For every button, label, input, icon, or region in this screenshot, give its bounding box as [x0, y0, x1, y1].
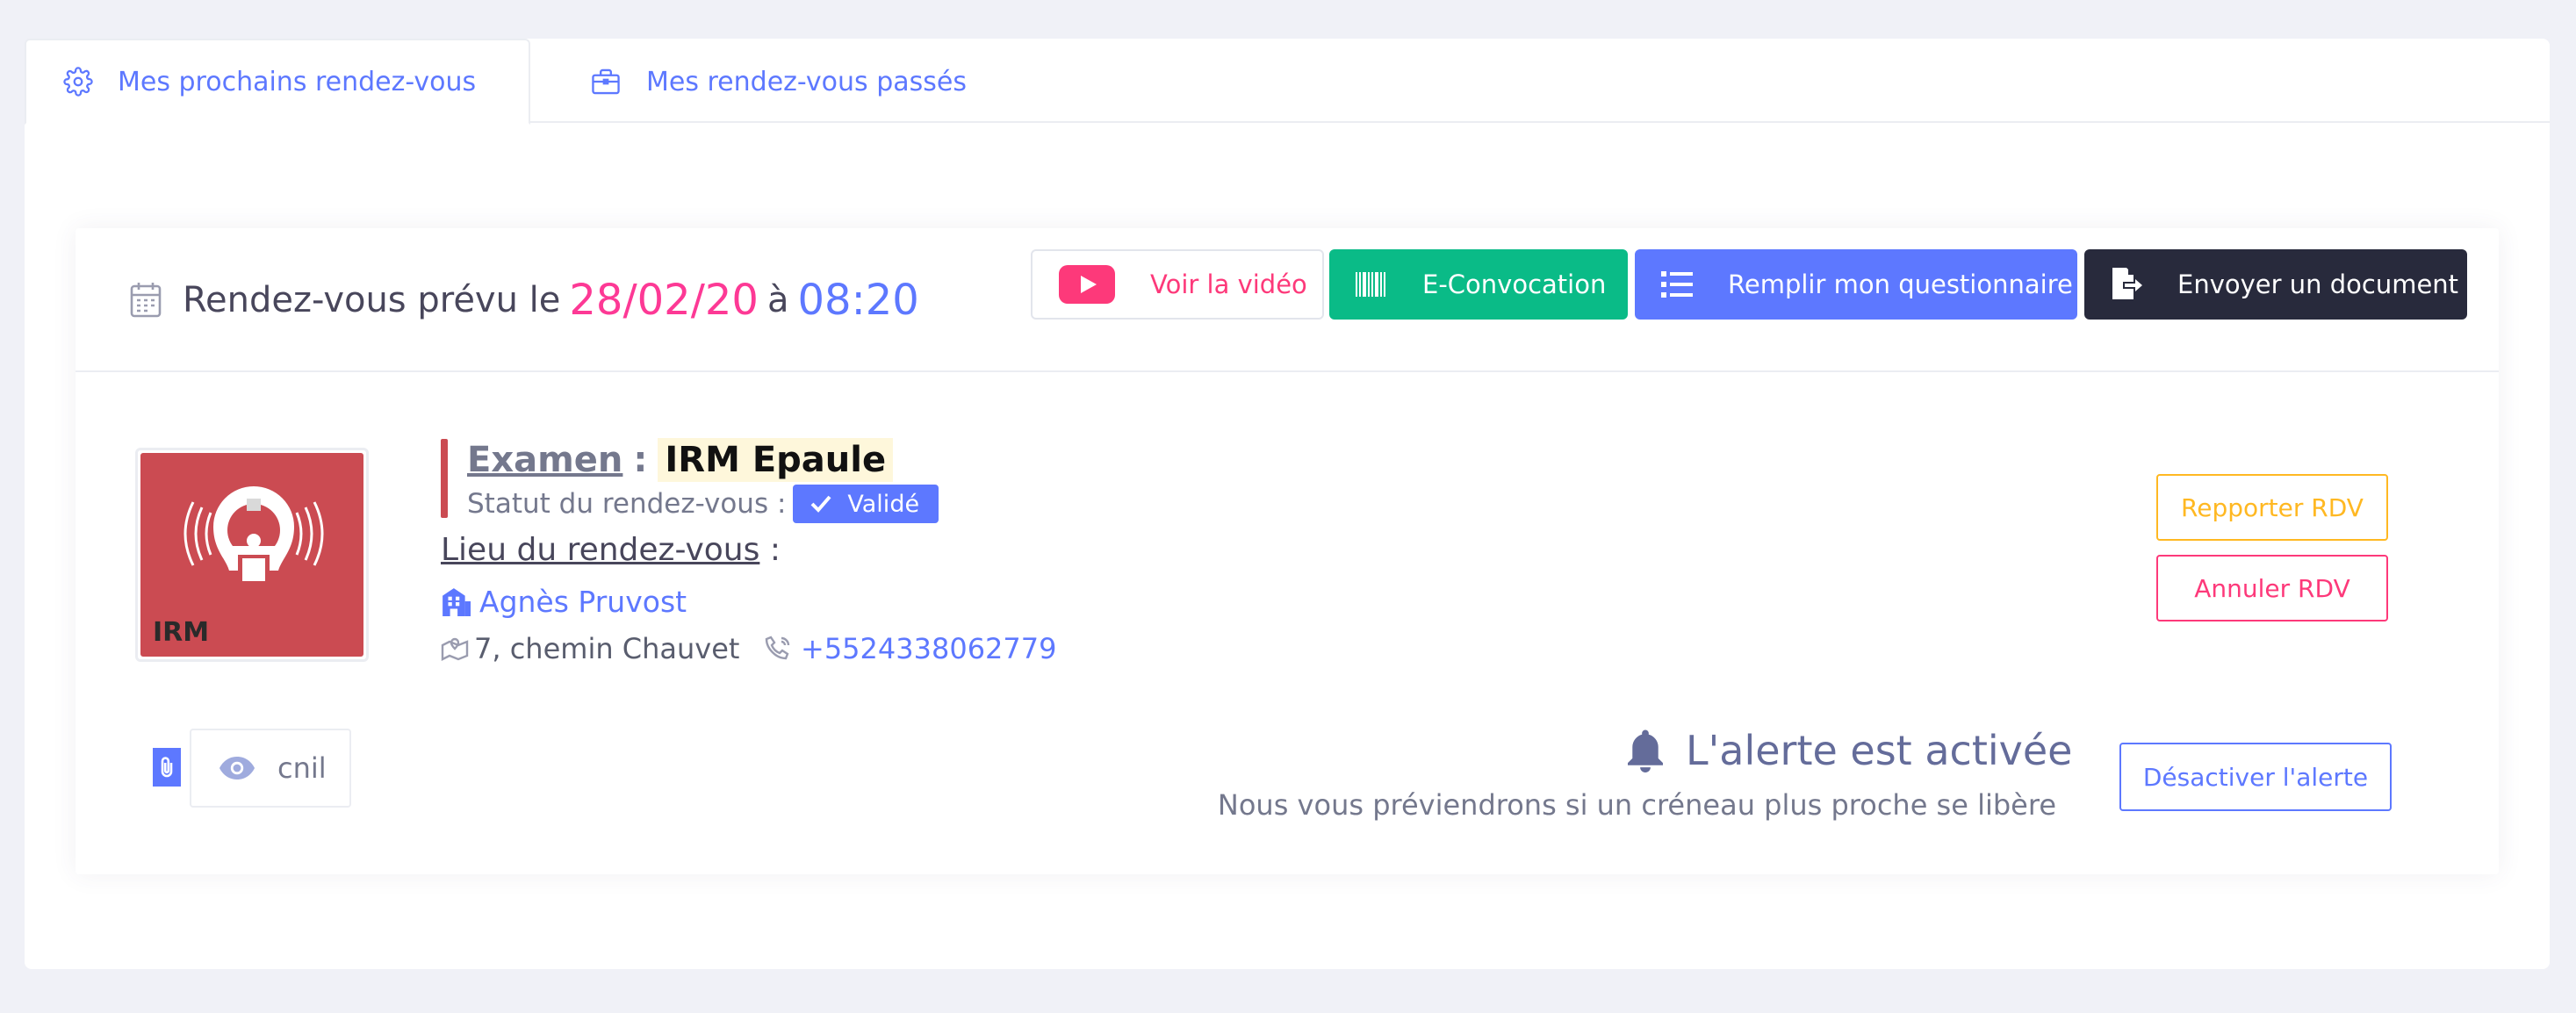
- exam-value: IRM Epaule: [658, 438, 894, 482]
- appointment-card-header: Rendez-vous prévu le 28/02/20 à 08:20 Vo…: [76, 228, 2499, 372]
- status-line: Statut du rendez-vous : Validé: [467, 483, 939, 525]
- watch-video-label: Voir la vidéo: [1150, 269, 1307, 299]
- exam-accent-bar: [441, 439, 448, 518]
- location-label: Lieu du rendez-vous: [441, 532, 760, 568]
- e-convocation-button[interactable]: E-Convocation: [1329, 249, 1628, 320]
- briefcase-icon: [592, 68, 620, 95]
- exam-label: Examen: [467, 440, 623, 480]
- phone-number: +5524338062779: [801, 632, 1057, 665]
- eye-icon: [219, 757, 255, 780]
- status-label: Statut du rendez-vous :: [467, 488, 787, 520]
- attachment-cnil[interactable]: cnil: [190, 729, 351, 808]
- address: 7, chemin Chauvet: [474, 632, 740, 665]
- tab-past-label: Mes rendez-vous passés: [646, 66, 967, 97]
- status-value: Validé: [847, 490, 920, 518]
- appointment-time: 08:20: [797, 276, 919, 325]
- building-icon: [443, 588, 471, 616]
- paperclip-icon: [153, 748, 181, 787]
- fill-questionnaire-button[interactable]: Remplir mon questionnaire: [1635, 249, 2077, 320]
- attachment-label: cnil: [277, 751, 327, 785]
- alert-title-text: L'alerte est activée: [1686, 727, 2073, 774]
- irm-label: IRM: [153, 617, 210, 648]
- send-document-button[interactable]: Envoyer un document: [2084, 249, 2467, 320]
- check-icon: [810, 495, 831, 513]
- disable-alert-button[interactable]: Désactiver l'alerte: [2119, 743, 2392, 811]
- appointments-panel: Mes prochains rendez-vous Mes rendez-vou…: [25, 39, 2550, 969]
- exam-line: Examen : IRM Epaule: [467, 435, 894, 485]
- location-heading: Lieu du rendez-vous :: [441, 532, 781, 568]
- address-line: 7, chemin Chauvet: [441, 629, 739, 669]
- tab-upcoming-label: Mes prochains rendez-vous: [118, 66, 477, 97]
- map-pin-icon: [441, 637, 469, 661]
- title-prefix: Rendez-vous prévu le: [183, 280, 561, 320]
- alert-title: L'alerte est activée: [1624, 720, 2072, 781]
- appointment-date: 28/02/20: [569, 276, 759, 325]
- e-convocation-label: E-Convocation: [1422, 269, 1607, 299]
- phone-icon: [765, 636, 790, 660]
- tab-past[interactable]: Mes rendez-vous passés: [565, 39, 1057, 125]
- status-badge: Validé: [793, 485, 939, 523]
- tab-upcoming[interactable]: Mes prochains rendez-vous: [25, 39, 530, 125]
- location-name-line[interactable]: Agnès Pruvost: [441, 581, 687, 621]
- alert-subtitle: Nous vous préviendrons si un créneau plu…: [1217, 788, 2056, 822]
- barcode-icon: [1356, 272, 1385, 297]
- send-document-label: Envoyer un document: [2177, 269, 2459, 299]
- exam-colon: :: [633, 440, 648, 480]
- bell-icon: [1628, 729, 1663, 772]
- phone-line[interactable]: +5524338062779: [764, 629, 1056, 669]
- location-name: Agnès Pruvost: [479, 584, 687, 619]
- file-export-icon: [2112, 268, 2142, 299]
- title-at: à: [766, 280, 789, 320]
- report-appointment-button[interactable]: Repporter RDV: [2156, 474, 2388, 541]
- youtube-icon: [1059, 265, 1115, 304]
- irm-exam-image: IRM: [135, 448, 369, 662]
- list-icon: [1661, 271, 1693, 298]
- appointment-title: Rendez-vous prévu le 28/02/20 à 08:20: [128, 265, 919, 335]
- calendar-icon: [130, 283, 162, 318]
- appointment-card: Rendez-vous prévu le 28/02/20 à 08:20 Vo…: [76, 228, 2499, 874]
- tabs-bar: Mes prochains rendez-vous Mes rendez-vou…: [25, 39, 2550, 125]
- fill-questionnaire-label: Remplir mon questionnaire: [1728, 269, 2073, 299]
- watch-video-button[interactable]: Voir la vidéo: [1031, 249, 1324, 320]
- cancel-appointment-button[interactable]: Annuler RDV: [2156, 555, 2388, 621]
- gear-icon: [63, 67, 93, 97]
